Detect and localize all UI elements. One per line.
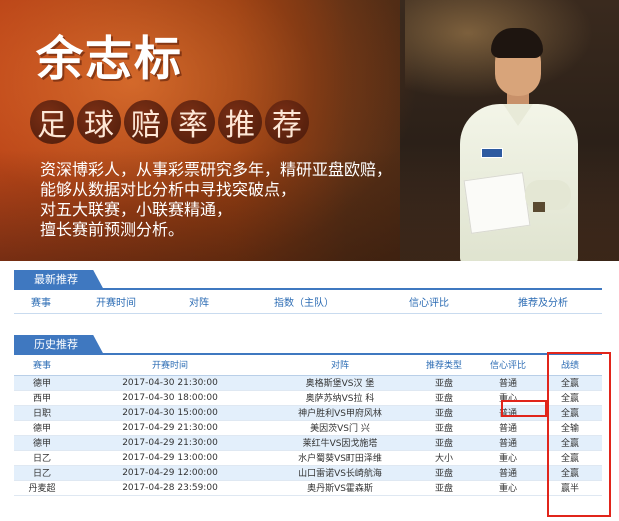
column-header: 对阵 [270,355,410,376]
column-header: 赛事 [14,355,70,376]
subtitle-char: 率 [171,100,215,144]
subtitle-char: 球 [77,100,121,144]
type-cell: 亚盘 [410,375,478,391]
time-cell: 2017-04-29 13:00:00 [70,450,270,466]
column-header: 开赛时间 [96,298,136,309]
watch-icon [533,202,545,212]
league-cell: 丹麦超 [14,480,70,496]
table-row: 日乙 2017-04-29 13:00:00 水户蜀葵VS町田泽维 大小 重心 … [14,450,602,466]
match-cell: 神户胜利VS甲府风林 [270,405,410,421]
expert-intro: 资深博彩人，从事彩票研究多年，精研亚盘欧赔， 能够从数据对比分析中寻找突破点， … [40,160,392,240]
tab-latest-recommendations[interactable]: 最新推荐 [14,270,104,290]
confidence-highlight [501,400,547,417]
time-cell: 2017-04-29 21:30:00 [70,435,270,451]
name-badge-icon [481,148,503,158]
time-cell: 2017-04-28 23:59:00 [70,480,270,496]
type-cell: 亚盘 [410,420,478,436]
league-cell: 西甲 [14,390,70,406]
time-cell: 2017-04-29 12:00:00 [70,465,270,481]
match-cell: 奥格斯堡VS汉 堡 [270,375,410,391]
league-cell: 德甲 [14,375,70,391]
confidence-cell: 重心 [478,480,538,496]
match-cell: 奥萨苏纳VS拉 科 [270,390,410,406]
confidence-cell: 普通 [478,465,538,481]
confidence-cell: 重心 [478,450,538,466]
column-header: 信心评比 [478,355,538,376]
tab-history-recommendations[interactable]: 历史推荐 [14,335,104,355]
history-header-row: 赛事 开赛时间 对阵 推荐类型 信心评比 战绩 [14,355,602,376]
column-header: 指数（主队） [274,298,334,309]
column-header: 赛事 [31,298,51,309]
type-cell: 亚盘 [410,435,478,451]
time-cell: 2017-04-29 21:30:00 [70,420,270,436]
type-cell: 亚盘 [410,390,478,406]
confidence-cell: 普通 [478,420,538,436]
latest-recommendations-section: 最新推荐 赛事 开赛时间 对阵 指数（主队） 信心评比 推荐及分析 [14,270,602,314]
table-row: 日乙 2017-04-29 12:00:00 山口雷诺VS长崎航海 亚盘 普通 … [14,465,602,481]
league-cell: 日职 [14,405,70,421]
expert-banner: 余志标 足 球 赔 率 推 荐 资深博彩人，从事彩票研究多年，精研亚盘欧赔， 能… [0,0,619,261]
table-row: 德甲 2017-04-30 21:30:00 奥格斯堡VS汉 堡 亚盘 普通 全… [14,375,602,391]
column-header: 推荐类型 [410,355,478,376]
league-cell: 德甲 [14,435,70,451]
intro-line: 能够从数据对比分析中寻找突破点， [40,180,297,199]
column-header: 开赛时间 [70,355,270,376]
table-row: 德甲 2017-04-29 21:30:00 美因茨VS门 兴 亚盘 普通 全输 [14,420,602,436]
match-cell: 莱红牛VS因戈施塔 [270,435,410,451]
intro-line: 擅长赛前预测分析。 [40,220,185,239]
type-cell: 大小 [410,450,478,466]
match-cell: 山口雷诺VS长崎航海 [270,465,410,481]
confidence-cell: 普通 [478,435,538,451]
history-table: 赛事 开赛时间 对阵 推荐类型 信心评比 战绩 德甲 2017-04-30 21… [14,355,602,496]
banner-subtitle: 足 球 赔 率 推 荐 [30,100,309,146]
league-cell: 日乙 [14,450,70,466]
intro-line: 资深博彩人，从事彩票研究多年，精研亚盘欧赔， [40,160,393,179]
league-cell: 德甲 [14,420,70,436]
subtitle-char: 荐 [265,100,309,144]
column-header: 信心评比 [409,298,449,309]
subtitle-char: 足 [30,100,74,144]
column-header: 对阵 [189,298,209,309]
column-header: 推荐及分析 [518,298,568,309]
subtitle-char: 赔 [124,100,168,144]
result-column-highlight [547,352,611,517]
time-cell: 2017-04-30 21:30:00 [70,375,270,391]
expert-name-title: 余志标 [36,32,183,87]
subtitle-char: 推 [218,100,262,144]
latest-header-row: 赛事 开赛时间 对阵 指数（主队） 信心评比 推荐及分析 [14,290,602,314]
type-cell: 亚盘 [410,405,478,421]
match-cell: 水户蜀葵VS町田泽维 [270,450,410,466]
match-cell: 奥丹斯VS霍森斯 [270,480,410,496]
time-cell: 2017-04-30 18:00:00 [70,390,270,406]
match-cell: 美因茨VS门 兴 [270,420,410,436]
document-icon [463,172,531,234]
intro-line: 对五大联赛，小联赛精通， [40,200,233,219]
table-row: 德甲 2017-04-29 21:30:00 莱红牛VS因戈施塔 亚盘 普通 全… [14,435,602,451]
type-cell: 亚盘 [410,465,478,481]
time-cell: 2017-04-30 15:00:00 [70,405,270,421]
confidence-cell: 普通 [478,375,538,391]
expert-photo [455,20,605,261]
type-cell: 亚盘 [410,480,478,496]
league-cell: 日乙 [14,465,70,481]
table-row: 丹麦超 2017-04-28 23:59:00 奥丹斯VS霍森斯 亚盘 重心 赢… [14,480,602,496]
